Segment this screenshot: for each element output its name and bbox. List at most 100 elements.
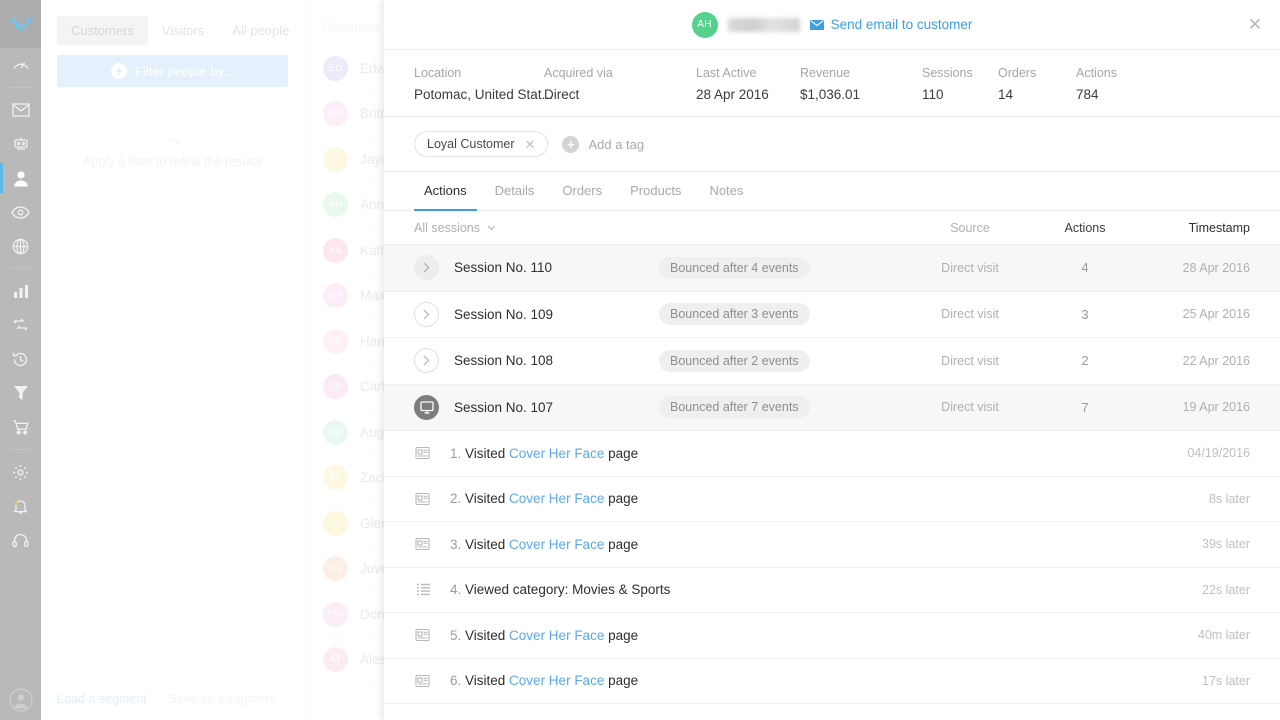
add-tag-button[interactable]: + Add a tag xyxy=(562,136,644,153)
session-row[interactable]: Session No. 109Bounced after 3 eventsDir… xyxy=(384,292,1280,339)
rail-divider xyxy=(10,449,31,450)
meta-location: LocationPotomac, United Stat... xyxy=(414,66,544,102)
tag-label: Loyal Customer xyxy=(427,137,515,151)
sidebar-item-people[interactable] xyxy=(0,161,41,195)
avatar: GU xyxy=(323,511,348,536)
tab-products[interactable]: Products xyxy=(620,172,691,211)
save-segment-link[interactable]: Save as a segment xyxy=(169,692,276,706)
sidebar-item-globe[interactable] xyxy=(0,229,41,263)
event-text: 6. Visited Cover Her Face page xyxy=(450,673,1120,688)
avatar: EO xyxy=(323,56,348,81)
sidebar-item-history[interactable] xyxy=(0,342,41,376)
session-source: Direct visit xyxy=(910,354,1030,368)
tab-notes[interactable]: Notes xyxy=(699,172,753,211)
event-page-link[interactable]: Cover Her Face xyxy=(505,628,608,643)
tag-loyal-customer[interactable]: Loyal Customer ✕ xyxy=(414,131,548,157)
session-source: Direct visit xyxy=(910,307,1030,321)
segment-all-people[interactable]: All people xyxy=(218,16,303,45)
column-actions: Actions xyxy=(1030,221,1140,235)
rail-divider xyxy=(10,87,31,88)
meta-value: 784 xyxy=(1076,87,1156,102)
event-timestamp: 17s later xyxy=(1120,674,1250,688)
event-suffix: page xyxy=(608,673,638,688)
sidebar-item-funnels[interactable] xyxy=(0,308,41,342)
load-segment-link[interactable]: Load a segment xyxy=(57,692,147,706)
avatar: CB xyxy=(323,374,348,399)
customer-detail-panel: AH Send email to customer ✕ LocationPoto… xyxy=(384,0,1280,720)
event-index: 5. xyxy=(450,628,465,643)
panel-header-identity: AH Send email to customer xyxy=(692,12,973,38)
session-timestamp: 25 Apr 2016 xyxy=(1140,307,1250,321)
add-tag-label: Add a tag xyxy=(588,137,644,152)
segment-links: Load a segment Save as a segment xyxy=(57,692,276,706)
sidebar-item-reports[interactable] xyxy=(0,274,41,308)
session-row[interactable]: Session No. 110Bounced after 4 eventsDir… xyxy=(384,245,1280,292)
event-prefix: Visited xyxy=(465,491,505,506)
session-row[interactable]: Session No. 108Bounced after 2 eventsDir… xyxy=(384,338,1280,385)
sidebar-item-filters[interactable] xyxy=(0,376,41,410)
session-timestamp: 22 Apr 2016 xyxy=(1140,354,1250,368)
session-row[interactable]: Session No. 107Bounced after 7 eventsDir… xyxy=(384,385,1280,432)
event-timestamp: 8s later xyxy=(1120,492,1250,506)
event-page-link[interactable]: Cover Her Face xyxy=(505,673,608,688)
event-prefix: Visited xyxy=(465,537,505,552)
meta-label: Acquired via xyxy=(544,66,696,80)
chevron-right-icon[interactable] xyxy=(414,255,439,280)
sidebar-item-automation[interactable] xyxy=(0,127,41,161)
avatar: ZL xyxy=(323,465,348,490)
event-page-link[interactable]: Cover Her Face xyxy=(505,537,608,552)
app-logo-icon[interactable] xyxy=(0,0,41,48)
tab-details[interactable]: Details xyxy=(485,172,545,211)
remove-tag-icon[interactable]: ✕ xyxy=(525,138,536,151)
rail-account[interactable] xyxy=(0,688,41,712)
event-row: 6. Visited Cover Her Face page17s later xyxy=(384,659,1280,705)
sidebar-item-live-view[interactable] xyxy=(0,195,41,229)
rail-divider xyxy=(10,268,31,269)
segment-visitors[interactable]: Visitors xyxy=(148,16,218,45)
status-badge: Bounced after 4 events xyxy=(659,257,810,279)
session-actions-count: 4 xyxy=(1030,260,1140,275)
event-suffix: page xyxy=(608,537,638,552)
sidebar-item-settings[interactable] xyxy=(0,455,41,489)
event-timestamp: 39s later xyxy=(1120,537,1250,551)
session-actions-count: 3 xyxy=(1030,307,1140,322)
session-actions-count: 2 xyxy=(1030,353,1140,368)
event-prefix: Visited xyxy=(465,673,505,688)
filter-people-button[interactable]: + Filter people by... xyxy=(57,55,288,87)
avatar: KA xyxy=(323,238,348,263)
avatar: JH xyxy=(323,147,348,172)
list-icon xyxy=(414,583,432,596)
customer-meta-strip: LocationPotomac, United Stat...Acquired … xyxy=(384,50,1280,117)
sidebar-item-support[interactable] xyxy=(0,523,41,557)
monitor-icon[interactable] xyxy=(414,395,439,420)
sessions-table-body: Session No. 110Bounced after 4 eventsDir… xyxy=(384,245,1280,720)
segment-customers[interactable]: Customers xyxy=(57,16,148,45)
sidebar-item-email[interactable] xyxy=(0,93,41,127)
session-source: Direct visit xyxy=(910,261,1030,275)
all-sessions-filter[interactable]: All sessions xyxy=(414,221,714,235)
sidebar-item-notifications[interactable] xyxy=(0,489,41,523)
chevron-right-icon[interactable] xyxy=(414,348,439,373)
meta-revenue: Revenue$1,036.01 xyxy=(800,66,922,102)
plus-icon: + xyxy=(562,136,579,153)
page-icon xyxy=(414,492,432,506)
chevron-up-icon xyxy=(166,137,180,145)
column-source: Source xyxy=(910,221,1030,235)
customer-tags: Loyal Customer ✕ + Add a tag xyxy=(384,117,1280,172)
sidebar-item-ecommerce[interactable] xyxy=(0,410,41,444)
event-row: 5. Visited Cover Her Face page40m later xyxy=(384,613,1280,659)
event-page-link[interactable]: Cover Her Face xyxy=(505,491,608,506)
close-icon[interactable]: ✕ xyxy=(1244,14,1266,36)
people-type-segmented-control: Customers Visitors All people xyxy=(57,16,288,45)
event-page-link[interactable]: Cover Her Face xyxy=(505,446,608,461)
event-index: 4. xyxy=(450,582,465,597)
send-email-to-customer-button[interactable]: Send email to customer xyxy=(810,17,973,32)
filter-people-label: Filter people by... xyxy=(135,64,234,79)
meta-label: Sessions xyxy=(922,66,998,80)
avatar: AH xyxy=(323,192,348,217)
tab-actions[interactable]: Actions xyxy=(414,172,477,211)
chevron-right-icon[interactable] xyxy=(414,302,439,327)
tab-orders[interactable]: Orders xyxy=(552,172,612,211)
sidebar-item-dashboard[interactable] xyxy=(0,48,41,82)
page-icon xyxy=(414,628,432,642)
